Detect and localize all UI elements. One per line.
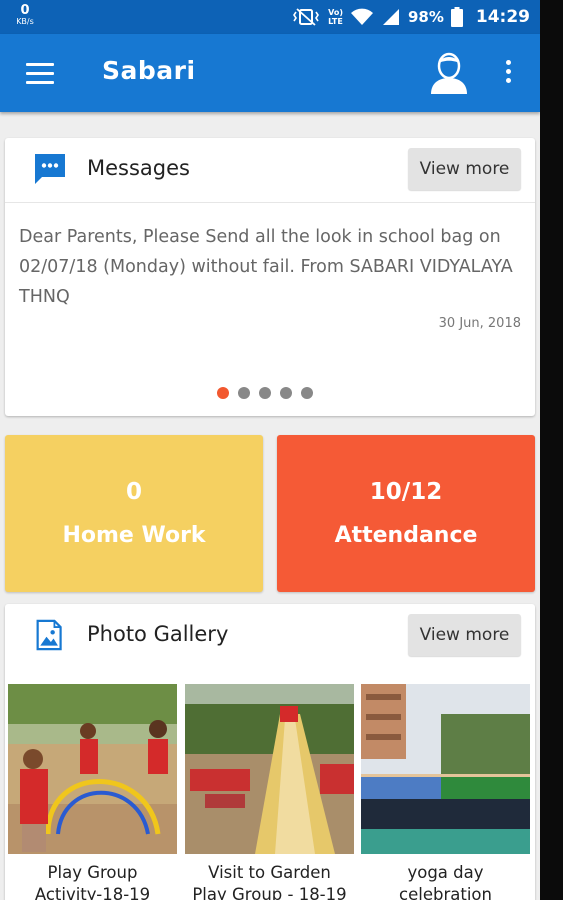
gallery-header: Photo Gallery View more <box>5 604 535 670</box>
photo-caption-line2: celebration <box>399 885 492 900</box>
more-vert-icon[interactable] <box>500 60 516 88</box>
gallery-view-more-button[interactable]: View more <box>408 614 521 656</box>
photo-caption: Visit to Garden Play Group - 18-19 <box>185 862 354 900</box>
messages-card: Messages View more Dear Parents, Please … <box>5 138 535 416</box>
screen-edge <box>540 0 563 900</box>
signal-icon <box>382 9 399 25</box>
homework-label: Home Work <box>62 523 206 548</box>
photo-caption-line2: Activity-18-19 <box>34 885 151 900</box>
photo-caption: yoga day celebration <box>361 862 530 900</box>
message-body: Dear Parents, Please Send all the look i… <box>19 227 513 307</box>
photo-caption-line1: yoga day <box>407 863 484 882</box>
photo-gallery-card: Photo Gallery View more Play Group Activ… <box>5 604 535 900</box>
playground-photo <box>8 684 177 854</box>
photo-caption-line1: Visit to Garden <box>208 863 331 882</box>
volte-top: Vo) <box>328 8 343 17</box>
volte-indicator: Vo) LTE <box>328 8 343 26</box>
volte-bottom: LTE <box>328 17 343 26</box>
status-bar: 0 KB/s Vo) LTE 98% 14:29 <box>0 0 540 34</box>
profile-icon[interactable] <box>428 52 470 94</box>
pager-dot[interactable] <box>301 387 313 399</box>
homework-tile[interactable]: 0 Home Work <box>5 435 263 592</box>
vibrate-icon <box>293 8 320 26</box>
status-icons: Vo) LTE 98% 14:29 <box>291 6 530 28</box>
app-title: Sabari <box>102 56 196 85</box>
menu-icon[interactable] <box>26 63 54 85</box>
message-icon <box>35 154 65 184</box>
wifi-icon <box>350 8 373 25</box>
pager-dot[interactable] <box>259 387 271 399</box>
messages-view-more-button[interactable]: View more <box>408 148 521 190</box>
gallery-photo[interactable] <box>185 684 354 854</box>
homework-count: 0 <box>125 479 142 505</box>
pager-dot[interactable] <box>217 387 229 399</box>
attendance-label: Attendance <box>334 523 478 548</box>
gallery-photo[interactable] <box>8 684 177 854</box>
photo-caption-line1: Play Group <box>47 863 138 882</box>
message-pager <box>217 387 313 399</box>
gallery-title: Photo Gallery <box>87 622 229 646</box>
app-screen: 0 KB/s Vo) LTE 98% 14:29 Sabari Messages… <box>0 0 540 900</box>
yoga-photo <box>361 684 530 854</box>
photo-caption: Play Group Activity-18-19 <box>8 862 177 900</box>
battery-percent: 98% <box>407 8 444 26</box>
pager-dot[interactable] <box>280 387 292 399</box>
clock: 14:29 <box>475 7 530 27</box>
app-bar: Sabari <box>0 34 540 112</box>
battery-icon <box>450 7 463 27</box>
garden-photo <box>185 684 354 854</box>
attendance-tile[interactable]: 10/12 Attendance <box>277 435 535 592</box>
image-icon <box>36 619 62 651</box>
message-date: 30 Jun, 2018 <box>438 316 521 331</box>
gallery-photo[interactable] <box>361 684 530 854</box>
network-speed-unit: KB/s <box>16 17 34 26</box>
attendance-count: 10/12 <box>369 479 443 505</box>
network-speed: 0 KB/s <box>12 4 38 26</box>
pager-dot[interactable] <box>238 387 250 399</box>
network-speed-value: 0 <box>20 3 30 18</box>
messages-divider <box>5 202 535 203</box>
messages-title: Messages <box>87 156 190 180</box>
photo-caption-line2: Play Group - 18-19 <box>192 885 347 900</box>
